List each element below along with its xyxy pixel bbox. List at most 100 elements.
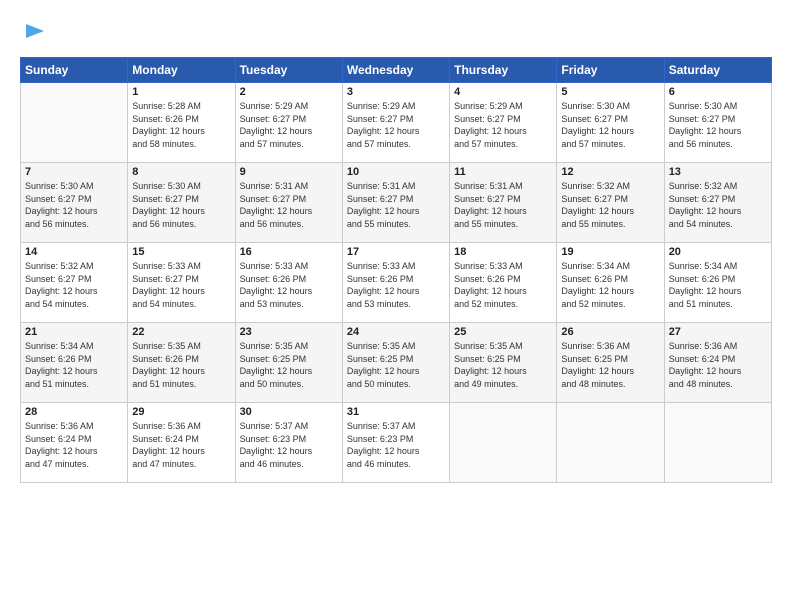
- day-content: Sunrise: 5:34 AM Sunset: 6:26 PM Dayligh…: [561, 260, 659, 310]
- day-content: Sunrise: 5:31 AM Sunset: 6:27 PM Dayligh…: [347, 180, 445, 230]
- calendar-header: SundayMondayTuesdayWednesdayThursdayFrid…: [21, 58, 772, 83]
- day-number: 23: [240, 326, 338, 338]
- day-content: Sunrise: 5:28 AM Sunset: 6:26 PM Dayligh…: [132, 100, 230, 150]
- day-content: Sunrise: 5:32 AM Sunset: 6:27 PM Dayligh…: [561, 180, 659, 230]
- day-number: 30: [240, 406, 338, 418]
- day-content: Sunrise: 5:36 AM Sunset: 6:24 PM Dayligh…: [132, 420, 230, 470]
- day-number: 18: [454, 246, 552, 258]
- day-content: Sunrise: 5:35 AM Sunset: 6:25 PM Dayligh…: [454, 340, 552, 390]
- day-number: 1: [132, 86, 230, 98]
- day-number: 16: [240, 246, 338, 258]
- day-cell: 3 Sunrise: 5:29 AM Sunset: 6:27 PM Daylig…: [342, 83, 449, 163]
- day-cell: 26Sunrise: 5:36 AM Sunset: 6:25 PM Dayli…: [557, 323, 664, 403]
- day-content: Sunrise: 5:35 AM Sunset: 6:26 PM Dayligh…: [132, 340, 230, 390]
- day-cell: 19 Sunrise: 5:34 AM Sunset: 6:26 PM Dayli…: [557, 243, 664, 323]
- day-content: Sunrise: 5:33 AM Sunset: 6:26 PM Dayligh…: [240, 260, 338, 310]
- header-cell-friday: Friday: [557, 58, 664, 83]
- calendar-table: SundayMondayTuesdayWednesdayThursdayFrid…: [20, 57, 772, 483]
- day-content: Sunrise: 5:36 AM Sunset: 6:24 PM Dayligh…: [25, 420, 123, 470]
- logo-arrow-icon: [24, 20, 46, 42]
- day-content: Sunrise: 5:34 AM Sunset: 6:26 PM Dayligh…: [669, 260, 767, 310]
- day-number: 13: [669, 166, 767, 178]
- day-number: 4: [454, 86, 552, 98]
- day-content: Sunrise: 5:32 AM Sunset: 6:27 PM Dayligh…: [25, 260, 123, 310]
- day-number: 20: [669, 246, 767, 258]
- header-cell-monday: Monday: [128, 58, 235, 83]
- day-cell: 21 Sunrise: 5:34 AM Sunset: 6:26 PM Dayli…: [21, 323, 128, 403]
- day-cell: 20 Sunrise: 5:34 AM Sunset: 6:26 PM Dayli…: [664, 243, 771, 323]
- day-content: Sunrise: 5:30 AM Sunset: 6:27 PM Dayligh…: [25, 180, 123, 230]
- header-cell-sunday: Sunday: [21, 58, 128, 83]
- logo: [20, 16, 46, 47]
- day-number: 9: [240, 166, 338, 178]
- day-number: 19: [561, 246, 659, 258]
- day-cell: 22 Sunrise: 5:35 AM Sunset: 6:26 PM Dayli…: [128, 323, 235, 403]
- week-row-1: 1 Sunrise: 5:28 AM Sunset: 6:26 PM Daylig…: [21, 83, 772, 163]
- week-row-4: 21 Sunrise: 5:34 AM Sunset: 6:26 PM Dayli…: [21, 323, 772, 403]
- header-cell-wednesday: Wednesday: [342, 58, 449, 83]
- day-content: Sunrise: 5:33 AM Sunset: 6:26 PM Dayligh…: [347, 260, 445, 310]
- day-number: 29: [132, 406, 230, 418]
- day-content: Sunrise: 5:35 AM Sunset: 6:25 PM Dayligh…: [240, 340, 338, 390]
- day-cell: 1 Sunrise: 5:28 AM Sunset: 6:26 PM Daylig…: [128, 83, 235, 163]
- day-content: Sunrise: 5:34 AM Sunset: 6:26 PM Dayligh…: [25, 340, 123, 390]
- day-number: 24: [347, 326, 445, 338]
- week-row-2: 7 Sunrise: 5:30 AM Sunset: 6:27 PM Daylig…: [21, 163, 772, 243]
- day-cell: [21, 83, 128, 163]
- day-content: Sunrise: 5:37 AM Sunset: 6:23 PM Dayligh…: [347, 420, 445, 470]
- day-number: 6: [669, 86, 767, 98]
- day-content: Sunrise: 5:36 AM Sunset: 6:24 PM Dayligh…: [669, 340, 767, 390]
- week-row-5: 28 Sunrise: 5:36 AM Sunset: 6:24 PM Dayli…: [21, 403, 772, 483]
- day-content: Sunrise: 5:29 AM Sunset: 6:27 PM Dayligh…: [240, 100, 338, 150]
- day-cell: 16 Sunrise: 5:33 AM Sunset: 6:26 PM Dayli…: [235, 243, 342, 323]
- day-cell: 4 Sunrise: 5:29 AM Sunset: 6:27 PM Daylig…: [450, 83, 557, 163]
- day-cell: [664, 403, 771, 483]
- day-number: 28: [25, 406, 123, 418]
- day-cell: 17 Sunrise: 5:33 AM Sunset: 6:26 PM Dayli…: [342, 243, 449, 323]
- day-cell: 12Sunrise: 5:32 AM Sunset: 6:27 PM Dayli…: [557, 163, 664, 243]
- day-content: Sunrise: 5:33 AM Sunset: 6:27 PM Dayligh…: [132, 260, 230, 310]
- header-row: SundayMondayTuesdayWednesdayThursdayFrid…: [21, 58, 772, 83]
- day-cell: 8Sunrise: 5:30 AM Sunset: 6:27 PM Daylig…: [128, 163, 235, 243]
- day-cell: 30Sunrise: 5:37 AM Sunset: 6:23 PM Dayli…: [235, 403, 342, 483]
- day-number: 14: [25, 246, 123, 258]
- day-content: Sunrise: 5:30 AM Sunset: 6:27 PM Dayligh…: [132, 180, 230, 230]
- day-cell: 27 Sunrise: 5:36 AM Sunset: 6:24 PM Dayli…: [664, 323, 771, 403]
- header: [20, 16, 772, 47]
- day-cell: 9Sunrise: 5:31 AM Sunset: 6:27 PM Daylig…: [235, 163, 342, 243]
- day-cell: 11 Sunrise: 5:31 AM Sunset: 6:27 PM Dayli…: [450, 163, 557, 243]
- day-number: 15: [132, 246, 230, 258]
- day-number: 17: [347, 246, 445, 258]
- day-cell: 6 Sunrise: 5:30 AM Sunset: 6:27 PM Daylig…: [664, 83, 771, 163]
- day-content: Sunrise: 5:32 AM Sunset: 6:27 PM Dayligh…: [669, 180, 767, 230]
- calendar-body: 1 Sunrise: 5:28 AM Sunset: 6:26 PM Daylig…: [21, 83, 772, 483]
- day-content: Sunrise: 5:29 AM Sunset: 6:27 PM Dayligh…: [347, 100, 445, 150]
- day-cell: 2Sunrise: 5:29 AM Sunset: 6:27 PM Daylig…: [235, 83, 342, 163]
- day-cell: 18Sunrise: 5:33 AM Sunset: 6:26 PM Dayli…: [450, 243, 557, 323]
- day-content: Sunrise: 5:29 AM Sunset: 6:27 PM Dayligh…: [454, 100, 552, 150]
- day-number: 3: [347, 86, 445, 98]
- day-content: Sunrise: 5:35 AM Sunset: 6:25 PM Dayligh…: [347, 340, 445, 390]
- day-cell: 29 Sunrise: 5:36 AM Sunset: 6:24 PM Dayli…: [128, 403, 235, 483]
- day-cell: 25 Sunrise: 5:35 AM Sunset: 6:25 PM Dayli…: [450, 323, 557, 403]
- day-cell: [557, 403, 664, 483]
- day-cell: 23 Sunrise: 5:35 AM Sunset: 6:25 PM Dayli…: [235, 323, 342, 403]
- day-content: Sunrise: 5:31 AM Sunset: 6:27 PM Dayligh…: [454, 180, 552, 230]
- page: SundayMondayTuesdayWednesdayThursdayFrid…: [0, 0, 792, 612]
- header-cell-thursday: Thursday: [450, 58, 557, 83]
- day-cell: 13 Sunrise: 5:32 AM Sunset: 6:27 PM Dayli…: [664, 163, 771, 243]
- day-content: Sunrise: 5:36 AM Sunset: 6:25 PM Dayligh…: [561, 340, 659, 390]
- day-cell: 28 Sunrise: 5:36 AM Sunset: 6:24 PM Dayli…: [21, 403, 128, 483]
- day-cell: [450, 403, 557, 483]
- day-cell: 7 Sunrise: 5:30 AM Sunset: 6:27 PM Daylig…: [21, 163, 128, 243]
- day-number: 21: [25, 326, 123, 338]
- day-number: 25: [454, 326, 552, 338]
- header-cell-saturday: Saturday: [664, 58, 771, 83]
- day-content: Sunrise: 5:30 AM Sunset: 6:27 PM Dayligh…: [669, 100, 767, 150]
- day-number: 27: [669, 326, 767, 338]
- day-number: 22: [132, 326, 230, 338]
- day-cell: 10Sunrise: 5:31 AM Sunset: 6:27 PM Dayli…: [342, 163, 449, 243]
- day-number: 7: [25, 166, 123, 178]
- day-number: 11: [454, 166, 552, 178]
- week-row-3: 14 Sunrise: 5:32 AM Sunset: 6:27 PM Dayli…: [21, 243, 772, 323]
